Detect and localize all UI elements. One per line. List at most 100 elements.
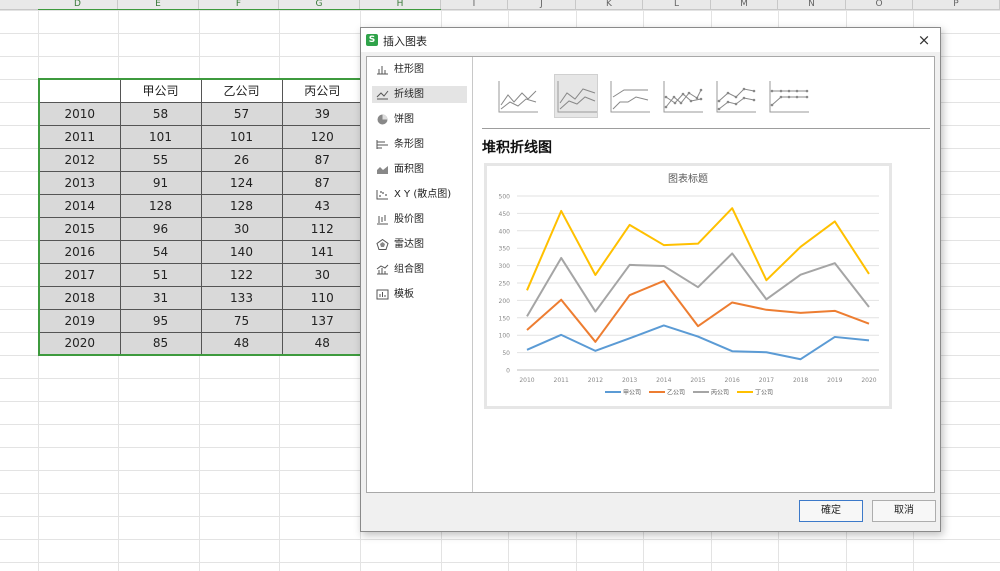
table-row: 2018 31 133 110 bbox=[38, 285, 364, 310]
series-line bbox=[526, 252, 870, 317]
nav-item-bar-chart[interactable]: 条形图 bbox=[372, 136, 467, 153]
table-cell[interactable]: 2010 bbox=[38, 101, 121, 126]
table-cell[interactable]: 57 bbox=[200, 101, 283, 126]
nav-item-column-chart[interactable]: 柱形图 bbox=[372, 61, 467, 78]
column-header-j[interactable]: J bbox=[508, 0, 576, 10]
table-cell[interactable]: 124 bbox=[200, 170, 283, 195]
column-header-m[interactable]: M bbox=[711, 0, 778, 10]
table-cell[interactable]: 95 bbox=[119, 308, 202, 333]
x-tick-label: 2018 bbox=[793, 377, 808, 384]
nav-item-combo-chart[interactable]: 组合图 bbox=[372, 261, 467, 278]
table-cell[interactable]: 54 bbox=[119, 239, 202, 264]
stock-chart-icon bbox=[377, 215, 388, 225]
table-cell[interactable]: 2011 bbox=[38, 124, 121, 149]
table-cell[interactable]: 137 bbox=[281, 308, 364, 333]
column-header-n[interactable]: N bbox=[778, 0, 846, 10]
close-button[interactable]: × bbox=[914, 30, 934, 50]
table-cell[interactable]: 128 bbox=[200, 193, 283, 218]
table-cell[interactable]: 133 bbox=[200, 285, 283, 310]
table-cell[interactable]: 110 bbox=[281, 285, 364, 310]
header-cell[interactable]: 乙公司 bbox=[200, 78, 283, 103]
table-row: 2016 54 140 141 bbox=[38, 239, 364, 264]
table-cell[interactable]: 43 bbox=[281, 193, 364, 218]
spreadsheet-app-icon: S bbox=[366, 34, 378, 46]
ok-button[interactable]: 確定 bbox=[799, 500, 863, 522]
table-cell[interactable]: 85 bbox=[119, 331, 202, 356]
x-tick-label: 2014 bbox=[656, 377, 671, 384]
table-cell[interactable]: 2017 bbox=[38, 262, 121, 287]
stacked-line-subtype-icon[interactable] bbox=[554, 74, 598, 118]
nav-item-label: 雷达图 bbox=[394, 239, 424, 250]
template-icon bbox=[376, 289, 389, 300]
line-chart-icon bbox=[376, 90, 389, 100]
nav-item-scatter-chart[interactable]: X Y (散点图) bbox=[372, 186, 467, 203]
table-cell[interactable]: 58 bbox=[119, 101, 202, 126]
table-cell[interactable]: 39 bbox=[281, 101, 364, 126]
line-markers-subtype-icon[interactable] bbox=[660, 74, 704, 118]
table-cell[interactable]: 2019 bbox=[38, 308, 121, 333]
table-cell[interactable]: 87 bbox=[281, 147, 364, 172]
table-cell[interactable]: 26 bbox=[200, 147, 283, 172]
table-cell[interactable]: 51 bbox=[119, 262, 202, 287]
table-cell[interactable]: 2018 bbox=[38, 285, 121, 310]
table-row: 2013 91 124 87 bbox=[38, 170, 364, 195]
percent-stacked-line-subtype-icon[interactable] bbox=[607, 74, 651, 118]
table-cell[interactable]: 141 bbox=[281, 239, 364, 264]
table-cell[interactable]: 140 bbox=[200, 239, 283, 264]
line-subtype-icon[interactable] bbox=[495, 74, 539, 118]
column-header-k[interactable]: K bbox=[576, 0, 643, 10]
nav-item-line-chart[interactable]: 折线图 bbox=[372, 86, 467, 103]
column-header-l[interactable]: L bbox=[643, 0, 711, 10]
column-header-i[interactable]: I bbox=[441, 0, 508, 10]
table-cell[interactable]: 2013 bbox=[38, 170, 121, 195]
nav-item-pie-chart[interactable]: 饼图 bbox=[372, 111, 467, 128]
table-cell[interactable]: 96 bbox=[119, 216, 202, 241]
nav-item-stock-chart[interactable]: 股价图 bbox=[372, 211, 467, 228]
y-tick-label: 400 bbox=[499, 228, 511, 235]
table-cell[interactable]: 87 bbox=[281, 170, 364, 195]
table-cell[interactable]: 2020 bbox=[38, 331, 121, 356]
dialog-title-bar[interactable]: S 插入图表 × bbox=[361, 28, 940, 52]
table-cell[interactable]: 2014 bbox=[38, 193, 121, 218]
header-cell[interactable] bbox=[38, 78, 121, 103]
column-chart-icon bbox=[377, 66, 388, 75]
table-cell[interactable]: 101 bbox=[200, 124, 283, 149]
series-line bbox=[526, 279, 870, 343]
table-cell[interactable]: 48 bbox=[200, 331, 283, 356]
table-cell[interactable]: 30 bbox=[281, 262, 364, 287]
stacked-line-markers-subtype-icon[interactable] bbox=[713, 74, 757, 118]
table-cell[interactable]: 91 bbox=[119, 170, 202, 195]
percent-stacked-line-markers-subtype-icon[interactable] bbox=[766, 74, 810, 118]
table-cell[interactable]: 55 bbox=[119, 147, 202, 172]
cancel-button[interactable]: 取消 bbox=[872, 500, 936, 522]
table-cell[interactable]: 2015 bbox=[38, 216, 121, 241]
table-cell[interactable]: 30 bbox=[200, 216, 283, 241]
x-tick-label: 2013 bbox=[622, 377, 637, 384]
nav-item-area-chart[interactable]: 面积图 bbox=[372, 161, 467, 178]
column-header-p[interactable]: P bbox=[913, 0, 1000, 10]
table-cell[interactable]: 120 bbox=[281, 124, 364, 149]
table-cell[interactable]: 101 bbox=[119, 124, 202, 149]
dialog-body: 柱形图 折线图 饼图 条形图 面积图 X Y (散点图) 股价图 雷达图 组合图 模板 堆积折线图… bbox=[366, 56, 935, 493]
table-cell[interactable]: 48 bbox=[281, 331, 364, 356]
nav-item-template[interactable]: 模板 bbox=[372, 286, 467, 303]
scatter-chart-icon bbox=[376, 190, 388, 200]
data-table[interactable]: 甲公司 乙公司 丙公司 2010 58 57 39 2011 101 101 120 2012 55 26… bbox=[38, 78, 364, 356]
table-cell[interactable]: 2016 bbox=[38, 239, 121, 264]
table-cell[interactable]: 128 bbox=[119, 193, 202, 218]
table-row: 2012 55 26 87 bbox=[38, 147, 364, 172]
table-cell[interactable]: 31 bbox=[119, 285, 202, 310]
table-cell[interactable]: 112 bbox=[281, 216, 364, 241]
table-cell[interactable]: 75 bbox=[200, 308, 283, 333]
nav-item-label: X Y (散点图) bbox=[394, 189, 452, 200]
nav-item-radar-chart[interactable]: 雷达图 bbox=[372, 236, 467, 253]
chart-preview[interactable]: 图表标题 0 50 100 150 200 250 300 350 400 450 500 2010 20… bbox=[484, 163, 892, 409]
header-cell[interactable]: 丙公司 bbox=[281, 78, 364, 103]
table-cell[interactable]: 122 bbox=[200, 262, 283, 287]
y-tick-label: 150 bbox=[499, 315, 511, 322]
column-header-o[interactable]: O bbox=[846, 0, 913, 10]
x-tick-label: 2020 bbox=[861, 377, 876, 384]
table-cell[interactable]: 2012 bbox=[38, 147, 121, 172]
area-chart-icon bbox=[377, 166, 388, 174]
header-cell[interactable]: 甲公司 bbox=[119, 78, 202, 103]
